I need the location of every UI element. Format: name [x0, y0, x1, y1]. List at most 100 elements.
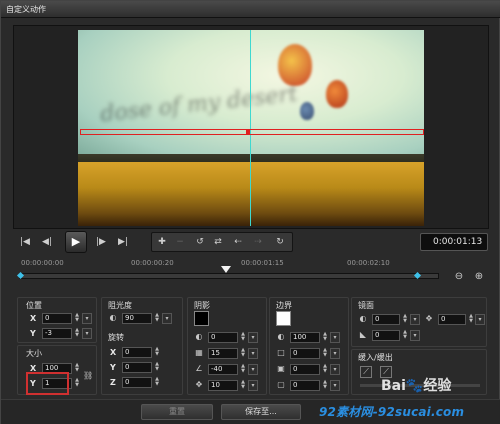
border-dropdown-4[interactable]: ▾	[330, 380, 340, 391]
position-x-spinner[interactable]: ▲ ▼	[74, 313, 80, 324]
shadow-spinner-1[interactable]: ▲ ▼	[240, 332, 246, 343]
mirror-dropdown-3[interactable]: ▾	[475, 314, 485, 325]
shadow-dropdown-2[interactable]: ▾	[248, 348, 258, 359]
link-aspect-icon[interactable]: ⛓	[83, 371, 93, 381]
remove-keyframe-icon[interactable]: −	[172, 234, 188, 250]
rotation-x-spinner[interactable]: ▲ ▼	[154, 347, 160, 358]
border-color-swatch[interactable]	[276, 311, 291, 326]
shadow-dropdown-1[interactable]: ▾	[248, 332, 258, 343]
prev-frame-icon[interactable]: ◀|	[39, 234, 55, 250]
border-field-3[interactable]: 0	[290, 364, 320, 375]
border-spinner-3[interactable]: ▲ ▼	[322, 364, 328, 375]
shadow-spinner-3[interactable]: ▲ ▼	[240, 364, 246, 375]
save-to-button[interactable]: 保存至...	[221, 404, 301, 420]
border-field-2[interactable]: 0	[290, 348, 320, 359]
go-start-icon[interactable]: |◀	[17, 234, 33, 250]
shadow-opacity-icon: ◐	[195, 332, 203, 341]
balloon-image	[300, 102, 314, 120]
mirror-dropdown-1[interactable]: ▾	[410, 314, 420, 325]
shadow-dropdown-3[interactable]: ▾	[248, 364, 258, 375]
move-right-icon[interactable]: ⇢	[250, 234, 266, 250]
shadow-field-1[interactable]: 0	[208, 332, 238, 343]
keyframe-toolbar: ✚ − ↺ ⇄ ⇠ ⇢ ↻	[151, 232, 293, 252]
shadow-field-2[interactable]: 15	[208, 348, 238, 359]
border-spinner-2[interactable]: ▲ ▼	[322, 348, 328, 359]
position-y-spinner[interactable]: ▲ ▼	[74, 328, 80, 339]
reverse-icon[interactable]: ↺	[192, 234, 208, 250]
size-title: 大小	[26, 349, 42, 358]
mirror-spinner-2[interactable]: ▲ ▼	[402, 330, 408, 341]
size-x-spinner[interactable]: ▲ ▼	[74, 363, 80, 374]
move-left-icon[interactable]: ⇠	[230, 234, 246, 250]
position-y-dropdown[interactable]: ▾	[82, 328, 92, 339]
size-y-spinner[interactable]: ▲ ▼	[74, 378, 80, 389]
position-y-label: Y	[30, 329, 36, 338]
rotation-z-field[interactable]: 0	[122, 377, 152, 388]
zoom-out-icon[interactable]: ⊖	[453, 271, 465, 283]
position-x-field[interactable]: 0	[42, 313, 72, 324]
preview-area: dose of my desert	[13, 25, 489, 229]
border-dropdown-3[interactable]: ▾	[330, 364, 340, 375]
border-width-icon: □	[277, 348, 285, 357]
reset-button[interactable]: 重置	[141, 404, 213, 420]
next-frame-icon[interactable]: |▶	[93, 234, 109, 250]
object-bounding-box[interactable]	[80, 129, 424, 135]
shadow-angle-icon: ∠	[195, 364, 203, 373]
opacity-field[interactable]: 90	[122, 313, 152, 324]
border-section: 边界 ◐ 100 ▲ ▼ ▾ □ 0 ▲ ▼ ▾ ▣ 0 ▲ ▼ ▾ ▢ 0 ▲ ▼ ▾	[269, 297, 349, 395]
playhead[interactable]	[221, 266, 231, 273]
custom-motion-window: 自定义动作 dose of my desert |◀ ◀| ▶ |▶ ▶| ✚ …	[0, 0, 500, 424]
preview-frame[interactable]: dose of my desert	[78, 30, 424, 226]
mirror-section: 镜面 ◐ 0 ▲ ▼ ▾ ✥ 0 ▲ ▼ ▾ ◣ 0 ▲ ▼ ▾	[351, 297, 487, 347]
opacity-spinner[interactable]: ▲ ▼	[154, 313, 160, 324]
rotate-icon[interactable]: ↻	[272, 234, 288, 250]
ease-in-icon[interactable]: ⟋	[360, 366, 372, 378]
rotation-y-field[interactable]: 0	[122, 362, 152, 373]
shadow-spinner-4[interactable]: ▲ ▼	[240, 380, 246, 391]
timeline-track[interactable]	[19, 273, 439, 279]
rotation-z-label: Z	[110, 378, 116, 387]
border-dropdown-1[interactable]: ▾	[330, 332, 340, 343]
swap-icon[interactable]: ⇄	[210, 234, 226, 250]
opacity-dropdown[interactable]: ▾	[162, 313, 172, 324]
shadow-field-3[interactable]: -40	[208, 364, 238, 375]
play-button[interactable]: ▶	[65, 231, 87, 253]
zoom-in-icon[interactable]: ⊕	[473, 271, 485, 283]
balloon-image	[326, 80, 348, 108]
mirror-spinner-3[interactable]: ▲ ▼	[468, 314, 474, 325]
go-end-icon[interactable]: ▶|	[115, 234, 131, 250]
mirror-dropdown-2[interactable]: ▾	[410, 330, 420, 341]
baidu-jingyan-text: 经验	[423, 378, 452, 394]
rotation-y-spinner[interactable]: ▲ ▼	[154, 362, 160, 373]
mirror-spinner-1[interactable]: ▲ ▼	[402, 314, 408, 325]
border-round-icon: ▢	[277, 380, 285, 389]
baidu-watermark: Bai🐾经验	[381, 375, 451, 395]
shadow-dropdown-4[interactable]: ▾	[248, 380, 258, 391]
position-x-dropdown[interactable]: ▾	[82, 313, 92, 324]
border-spinner-4[interactable]: ▲ ▼	[322, 380, 328, 391]
shadow-spinner-2[interactable]: ▲ ▼	[240, 348, 246, 359]
mirror-field-3[interactable]: 0	[438, 314, 466, 325]
border-field-4[interactable]: 0	[290, 380, 320, 391]
rotation-x-label: X	[110, 348, 117, 357]
mirror-field-1[interactable]: 0	[372, 314, 400, 325]
timeline-ruler[interactable]: 00:00:00:00 00:00:00:20 00:00:01:15 00:0…	[15, 259, 447, 279]
mirror-field-2[interactable]: 0	[372, 330, 400, 341]
shadow-field-4[interactable]: 10	[208, 380, 238, 391]
position-x-label: X	[30, 314, 37, 323]
object-anchor-handle[interactable]	[246, 130, 250, 134]
border-spinner-1[interactable]: ▲ ▼	[322, 332, 328, 343]
border-field-1[interactable]: 100	[290, 332, 320, 343]
timecode-display[interactable]: 0:00:01:13	[420, 233, 488, 251]
rotation-z-spinner[interactable]: ▲ ▼	[154, 377, 160, 388]
rotation-x-field[interactable]: 0	[122, 347, 152, 358]
vertical-guide-line	[250, 30, 251, 226]
site-watermark: 92素材网-92sucai.com	[319, 405, 465, 419]
shadow-color-swatch[interactable]	[194, 311, 209, 326]
fade-title: 缓入/缓出	[358, 353, 393, 362]
border-dropdown-2[interactable]: ▾	[330, 348, 340, 359]
add-keyframe-icon[interactable]: ✚	[154, 234, 170, 250]
shadow-title: 阴影	[194, 301, 210, 310]
position-y-field[interactable]: -3	[42, 328, 72, 339]
paw-icon: 🐾	[405, 378, 424, 394]
